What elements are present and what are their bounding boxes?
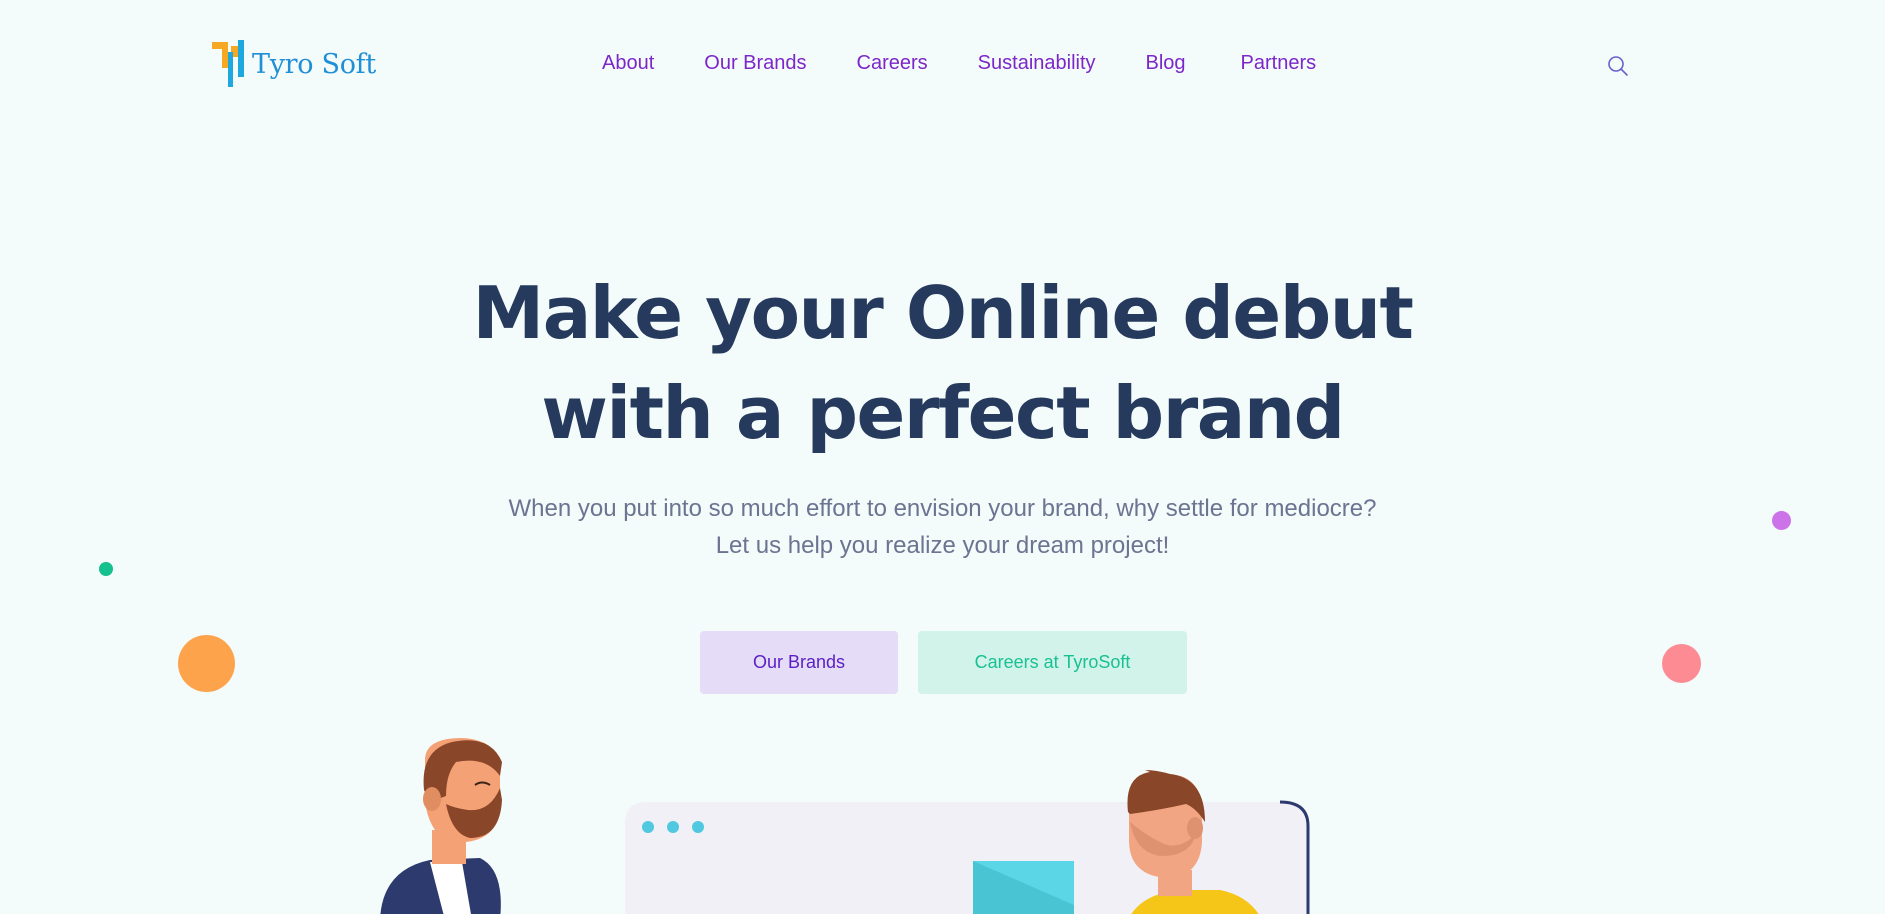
hero-title: Make your Online debut with a perfect br… bbox=[0, 263, 1885, 463]
hero-subtitle: When you put into so much effort to envi… bbox=[0, 490, 1885, 564]
decor-dot-green bbox=[99, 562, 113, 576]
logo-link[interactable]: Tyro Soft bbox=[212, 40, 376, 88]
decor-dot-purple bbox=[1772, 511, 1791, 530]
site-header: Tyro Soft About Our Brands Careers Susta… bbox=[0, 0, 1885, 130]
search-button[interactable] bbox=[1607, 55, 1629, 82]
hero-subtitle-line-2: Let us help you realize your dream proje… bbox=[715, 532, 1170, 559]
decor-dot-red bbox=[1662, 644, 1701, 683]
bearded-man-illustration bbox=[380, 738, 502, 914]
hero-illustration bbox=[380, 738, 1310, 914]
hero-subtitle-line-1: When you put into so much effort to envi… bbox=[508, 495, 1377, 522]
nav-item-careers[interactable]: Careers bbox=[857, 52, 928, 75]
hero-title-line-1: Make your Online debut bbox=[472, 271, 1414, 355]
main-nav: About Our Brands Careers Sustainability … bbox=[602, 52, 1366, 75]
nav-item-partners[interactable]: Partners bbox=[1241, 52, 1317, 75]
nav-item-about[interactable]: About bbox=[602, 52, 654, 75]
nav-item-sustainability[interactable]: Sustainability bbox=[978, 52, 1096, 75]
tyro-soft-logo-icon bbox=[212, 40, 244, 87]
nav-item-blog[interactable]: Blog bbox=[1146, 52, 1186, 75]
nav-item-our-brands[interactable]: Our Brands bbox=[704, 52, 806, 75]
hero-title-line-2: with a perfect brand bbox=[541, 371, 1345, 455]
logo-text: Tyro Soft bbox=[252, 48, 376, 80]
search-icon bbox=[1608, 56, 1628, 76]
decor-dot-orange bbox=[178, 635, 235, 692]
careers-button[interactable]: Careers at TyroSoft bbox=[918, 631, 1187, 694]
our-brands-button[interactable]: Our Brands bbox=[700, 631, 898, 694]
